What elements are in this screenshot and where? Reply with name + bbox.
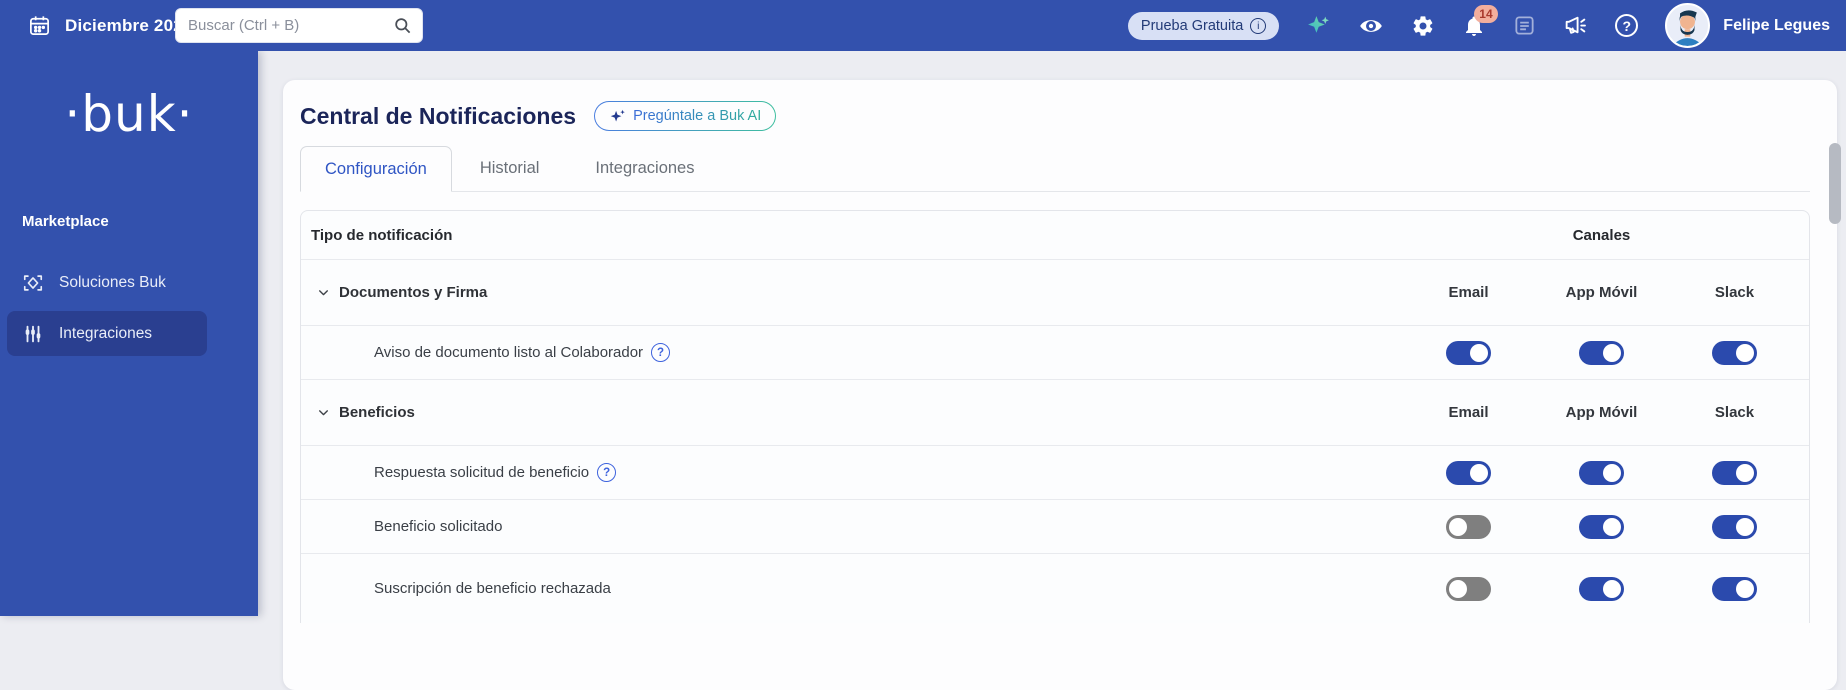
- user-name[interactable]: Felipe Legues: [1723, 17, 1830, 35]
- sidebar-item-soluciones-buk[interactable]: Soluciones Buk: [7, 260, 207, 305]
- tab-configuracion[interactable]: Configuración: [300, 146, 452, 192]
- group-label: Beneficios: [339, 404, 415, 421]
- notifications-table: Tipo de notificación Canales Documentos …: [300, 210, 1810, 623]
- toggle-slack[interactable]: [1712, 515, 1757, 539]
- toggle-slack[interactable]: [1712, 341, 1757, 365]
- toggle-email[interactable]: [1446, 461, 1491, 485]
- info-icon: i: [1250, 18, 1266, 34]
- topbar: Diciembre 2024 Prueba Gratuita i: [0, 0, 1846, 51]
- help-icon[interactable]: ?: [1615, 14, 1638, 37]
- tabs: Configuración Historial Integraciones: [300, 145, 1810, 192]
- table-row: Respuesta solicitud de beneficio ?: [301, 445, 1809, 499]
- toggle-app-movil[interactable]: [1579, 341, 1624, 365]
- free-trial-button[interactable]: Prueba Gratuita i: [1128, 12, 1279, 40]
- row-label: Respuesta solicitud de beneficio: [374, 464, 589, 481]
- page-title: Central de Notificaciones: [300, 103, 576, 130]
- sidebar: ·buk· Marketplace Soluciones Buk Integ: [0, 51, 258, 616]
- megaphone-icon[interactable]: [1563, 13, 1588, 38]
- row-label: Suscripción de beneficio rechazada: [374, 580, 611, 597]
- avatar[interactable]: [1665, 3, 1710, 48]
- sidebar-item-integraciones[interactable]: Integraciones: [7, 311, 207, 356]
- sparkle-icon[interactable]: [1306, 13, 1331, 38]
- channel-header-app-movil: App Móvil: [1535, 404, 1668, 421]
- channel-header-slack: Slack: [1668, 404, 1801, 421]
- document-icon[interactable]: [1513, 14, 1536, 37]
- cube-scan-icon: [22, 272, 44, 294]
- scrollbar-thumb[interactable]: [1829, 143, 1841, 224]
- sidebar-item-label: Integraciones: [59, 325, 152, 343]
- toggle-email[interactable]: [1446, 341, 1491, 365]
- table-row: Suscripción de beneficio rechazada: [301, 553, 1809, 623]
- channel-header-app-movil: App Móvil: [1535, 284, 1668, 301]
- table-row: Aviso de documento listo al Colaborador …: [301, 325, 1809, 379]
- sidebar-section-marketplace: Marketplace: [22, 213, 258, 230]
- ask-buk-ai-label: Pregúntale a Buk AI: [633, 108, 761, 124]
- column-header-channels: Canales: [1394, 227, 1809, 244]
- notifications-card: Central de Notificaciones Pregúntale a B…: [283, 80, 1837, 690]
- toggle-slack[interactable]: [1712, 577, 1757, 601]
- search-icon[interactable]: [393, 16, 412, 35]
- group-row-documentos-y-firma: Documentos y Firma Email App Móvil Slack: [301, 259, 1809, 325]
- toggle-app-movil[interactable]: [1579, 577, 1624, 601]
- ask-buk-ai-button[interactable]: Pregúntale a Buk AI: [594, 101, 776, 131]
- chevron-down-icon[interactable]: [317, 406, 330, 419]
- period-label: Diciembre 2024: [65, 16, 193, 36]
- channel-header-slack: Slack: [1668, 284, 1801, 301]
- help-icon[interactable]: ?: [651, 343, 670, 362]
- eye-icon[interactable]: [1358, 13, 1384, 39]
- calendar-icon[interactable]: [28, 14, 51, 37]
- group-label: Documentos y Firma: [339, 284, 487, 301]
- tab-historial[interactable]: Historial: [452, 145, 568, 191]
- bell-icon[interactable]: 14: [1462, 14, 1486, 38]
- main-content: Central de Notificaciones Pregúntale a B…: [258, 51, 1846, 616]
- channel-header-email: Email: [1402, 284, 1535, 301]
- free-trial-label: Prueba Gratuita: [1141, 18, 1243, 34]
- sidebar-item-label: Soluciones Buk: [59, 274, 166, 292]
- table-header-row: Tipo de notificación Canales: [301, 211, 1809, 259]
- table-row: Beneficio solicitado: [301, 499, 1809, 553]
- search-bar[interactable]: [175, 8, 423, 43]
- row-label: Beneficio solicitado: [374, 518, 502, 535]
- channel-header-email: Email: [1402, 404, 1535, 421]
- ai-sparkle-icon: [609, 108, 626, 125]
- notification-badge: 14: [1474, 5, 1497, 23]
- row-label: Aviso de documento listo al Colaborador: [374, 344, 643, 361]
- help-icon[interactable]: ?: [597, 463, 616, 482]
- chevron-down-icon[interactable]: [317, 286, 330, 299]
- search-input[interactable]: [188, 17, 393, 34]
- buk-logo: ·buk·: [0, 85, 258, 143]
- column-header-type: Tipo de notificación: [301, 227, 1394, 244]
- toggle-app-movil[interactable]: [1579, 515, 1624, 539]
- gear-icon[interactable]: [1411, 14, 1435, 38]
- toggle-email[interactable]: [1446, 577, 1491, 601]
- toggle-app-movil[interactable]: [1579, 461, 1624, 485]
- sliders-icon: [22, 323, 44, 345]
- toggle-slack[interactable]: [1712, 461, 1757, 485]
- group-row-beneficios: Beneficios Email App Móvil Slack: [301, 379, 1809, 445]
- toggle-email[interactable]: [1446, 515, 1491, 539]
- tab-integraciones[interactable]: Integraciones: [567, 145, 722, 191]
